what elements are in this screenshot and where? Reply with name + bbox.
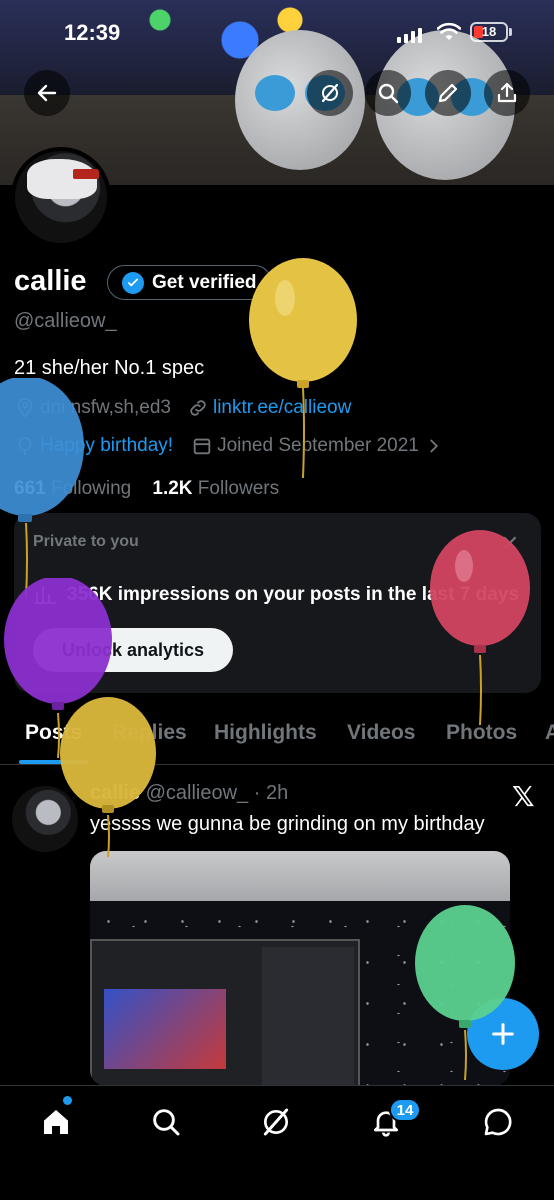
signal-icon xyxy=(397,28,422,43)
wifi-icon xyxy=(437,22,461,40)
calendar-icon xyxy=(191,435,213,457)
post-author[interactable]: callie xyxy=(90,782,140,804)
search-icon xyxy=(378,83,399,104)
back-icon xyxy=(37,84,57,102)
active-tab-indicator xyxy=(19,760,89,764)
profile-link[interactable]: linktr.ee/callieow xyxy=(213,397,351,419)
private-label: Private to you xyxy=(33,533,139,550)
x-logo-icon: 𝕏 xyxy=(512,781,535,812)
tab-highlights[interactable]: Highlights xyxy=(214,721,317,745)
tab-photos[interactable]: Photos xyxy=(446,721,517,745)
following-link[interactable]: 661 Following xyxy=(14,478,131,499)
status-time: 12:39 xyxy=(64,20,121,45)
following-count: 661 xyxy=(14,478,46,499)
plus-icon xyxy=(492,1023,514,1045)
link-icon xyxy=(187,397,209,419)
back-button[interactable] xyxy=(24,70,70,116)
profile-tabs: Posts Replies Highlights Videos Photos A xyxy=(0,705,554,765)
followers-count: 1.2K xyxy=(152,478,193,499)
profile-avatar[interactable] xyxy=(11,147,111,247)
tab-replies[interactable]: Replies xyxy=(112,721,187,745)
impressions-text: 356K impressions on your posts in the la… xyxy=(67,584,519,605)
post-media-image[interactable] xyxy=(90,851,510,1086)
home-unread-dot xyxy=(63,1096,72,1105)
home-icon xyxy=(44,1110,68,1134)
edit-button[interactable] xyxy=(425,70,471,116)
profile-location: dni nsfw,sh,ed3 xyxy=(40,397,171,418)
share-button[interactable] xyxy=(484,70,530,116)
analytics-icon xyxy=(34,586,56,604)
edit-icon xyxy=(438,83,458,103)
bottom-navigation xyxy=(0,1085,554,1200)
battery-level: 18 xyxy=(481,24,497,39)
followers-link[interactable]: 1.2K Followers xyxy=(152,478,279,499)
share-icon xyxy=(497,82,517,103)
profile-meta-row-1: dni nsfw,sh,ed3 linktr.ee/callieow xyxy=(14,397,351,419)
battery-icon: 18 xyxy=(470,22,508,42)
post-header: callie @callieow_ · 2h xyxy=(90,782,288,805)
balloon-icon xyxy=(14,435,36,457)
unlock-analytics-button[interactable]: Unlock analytics xyxy=(33,628,233,672)
post-avatar[interactable] xyxy=(12,786,78,852)
nav-home[interactable] xyxy=(38,1104,74,1140)
grok-icon xyxy=(263,1108,289,1136)
profile-handle: @callieow_ xyxy=(14,310,117,332)
analytics-card: Private to you ✕ 356K impressions on you… xyxy=(14,513,541,693)
search-button[interactable] xyxy=(365,70,411,116)
tab-posts[interactable]: Posts xyxy=(25,721,82,745)
profile-name: callie xyxy=(14,265,87,297)
grok-icon xyxy=(321,83,339,103)
nav-grok[interactable] xyxy=(258,1104,294,1140)
profile-meta-row-2: Happy birthday! Joined September 2021 xyxy=(14,435,449,457)
status-bar: 12:39 18 xyxy=(0,0,554,60)
close-icon[interactable]: ✕ xyxy=(501,531,519,557)
post-time: · 2h xyxy=(253,782,289,804)
impressions-row: 356K impressions on your posts in the la… xyxy=(33,583,519,607)
following-label: Following xyxy=(50,478,132,499)
nav-search[interactable] xyxy=(148,1104,184,1140)
get-verified-label: Get verified xyxy=(152,271,257,293)
joined-date: Joined September 2021 xyxy=(217,435,419,456)
notifications-badge: 14 xyxy=(389,1098,421,1122)
chevron-right-icon[interactable] xyxy=(423,435,445,457)
get-verified-button[interactable]: Get verified xyxy=(107,265,272,300)
grok-button[interactable] xyxy=(307,70,353,116)
search-icon xyxy=(153,1109,180,1136)
birthday-text[interactable]: Happy birthday! xyxy=(40,435,173,457)
followers-label: Followers xyxy=(197,478,280,499)
tab-articles[interactable]: A xyxy=(545,721,554,745)
messages-icon xyxy=(484,1108,512,1136)
verified-badge-icon xyxy=(122,271,144,294)
compose-button[interactable] xyxy=(467,998,539,1070)
location-icon xyxy=(14,397,36,419)
follow-stats: 661 Following 1.2K Followers xyxy=(14,478,279,500)
post-text: yessss we gunna be grinding on my birthd… xyxy=(90,813,485,835)
nav-messages[interactable] xyxy=(480,1104,516,1140)
post-handle: @callieow_ xyxy=(145,782,249,804)
tab-videos[interactable]: Videos xyxy=(347,721,415,745)
profile-bio: 21 she/her No.1 spec xyxy=(14,357,205,379)
